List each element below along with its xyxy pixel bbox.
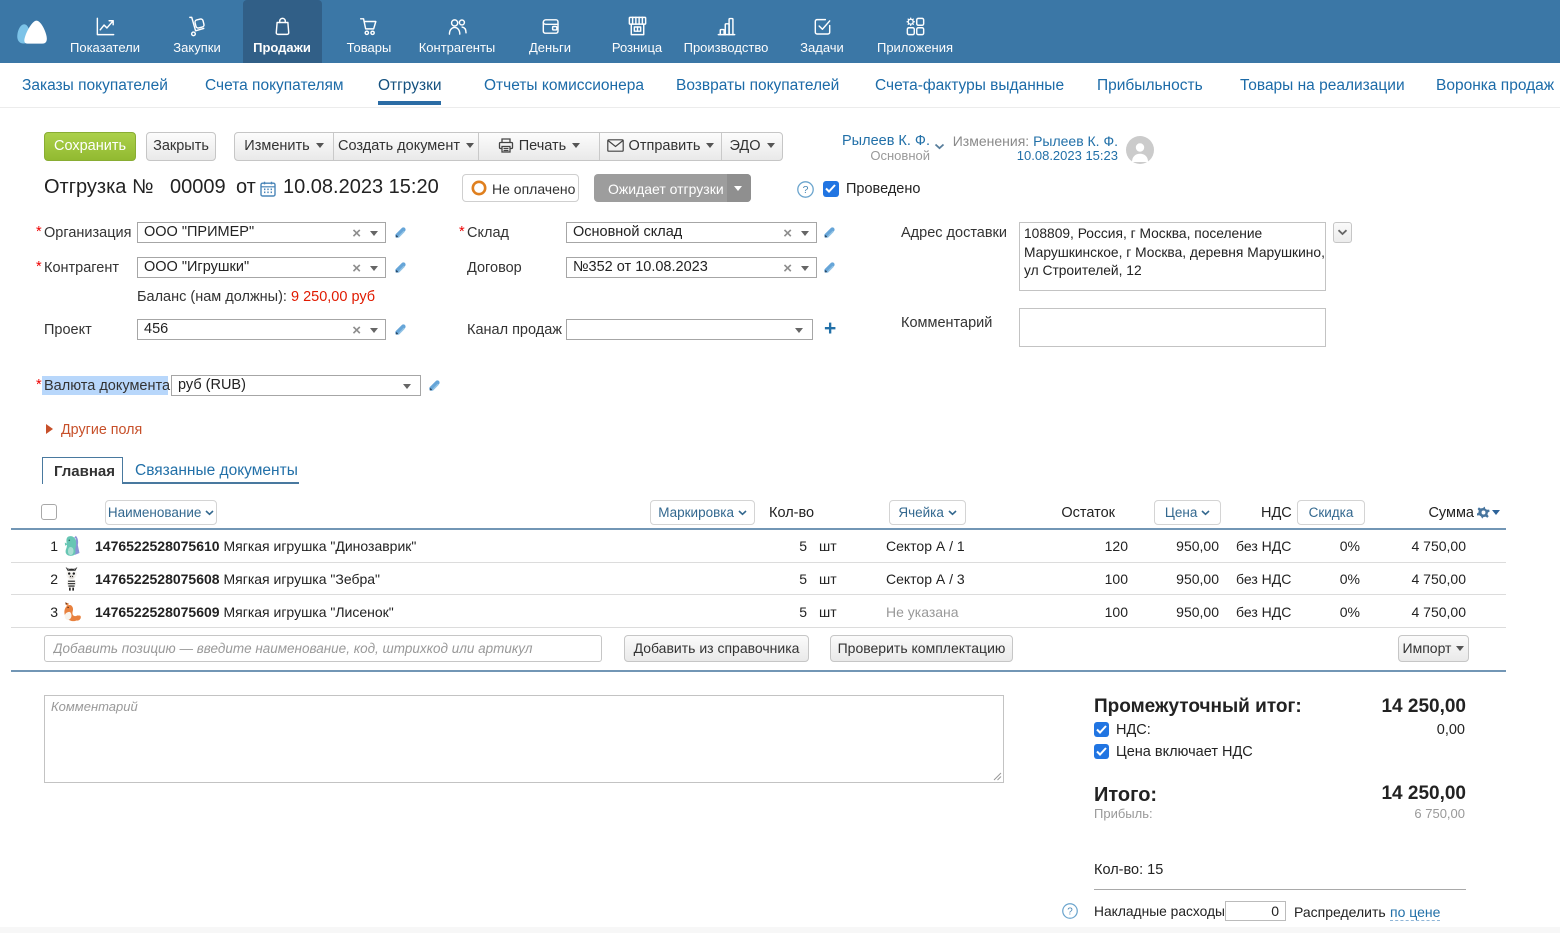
svg-text:?: ? — [803, 184, 809, 196]
svg-text:?: ? — [1067, 906, 1073, 917]
